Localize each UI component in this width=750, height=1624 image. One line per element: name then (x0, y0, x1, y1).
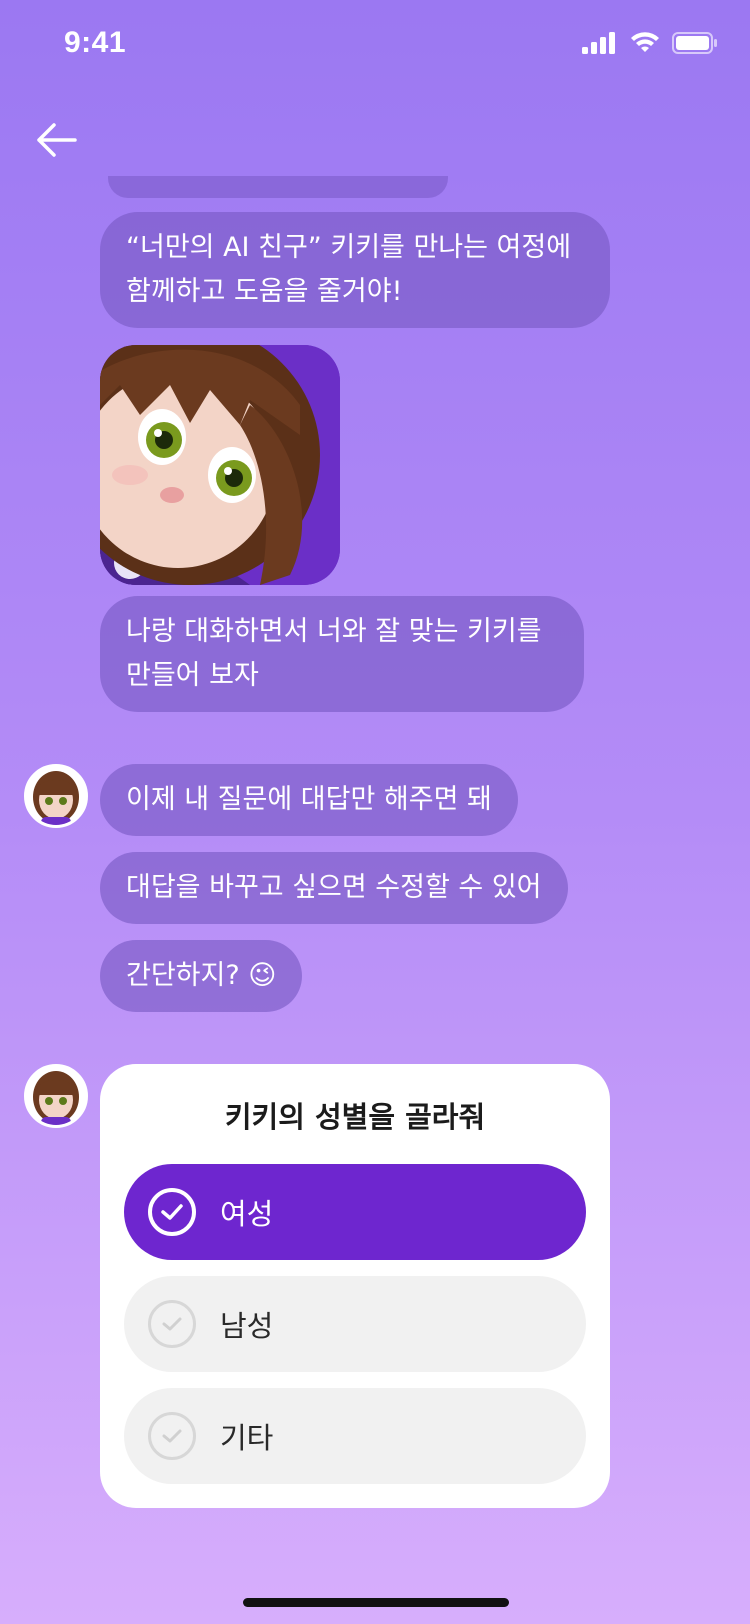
option-label: 여성 (220, 1197, 274, 1231)
question-title: 키키의 성별을 골라줘 (224, 1100, 486, 1134)
check-circle-icon (148, 1188, 196, 1236)
message-bubble-answer-only: 이제 내 질문에 대답만 해주면 돼 (100, 764, 518, 836)
option-label: 남성 (220, 1309, 274, 1343)
kiki-avatar-icon (27, 767, 85, 825)
kiki-avatar (24, 1064, 88, 1128)
kiki-avatar-icon (27, 1067, 85, 1125)
gender-question-card: 키키의 성별을 골라줘 여성 남성 기타 (100, 1064, 610, 1508)
message-text: “너만의 AI 친구” 키키를 만나는 여정에 함께하고 도움을 줄거야! (126, 232, 572, 307)
message-bubble-edit: 대답을 바꾸고 싶으면 수정할 수 있어 (100, 852, 568, 924)
option-female[interactable]: 여성 (124, 1164, 586, 1260)
battery-icon (672, 32, 717, 54)
kiki-character-image (100, 345, 340, 585)
character-illustration (100, 345, 340, 585)
check-icon (162, 1317, 182, 1331)
check-icon (161, 1204, 183, 1220)
status-bar: 9:41 (0, 0, 750, 90)
kiki-avatar (24, 764, 88, 828)
check-circle-icon (148, 1300, 196, 1348)
signal-icon (582, 32, 615, 54)
check-icon (162, 1429, 182, 1443)
option-other[interactable]: 기타 (124, 1388, 586, 1484)
message-text: 나랑 대화하면서 너와 잘 맞는 키키를 만들어 보자 (126, 616, 542, 691)
status-icons (582, 32, 718, 54)
message-bubble-easy: 간단하지? 😉 (100, 940, 303, 1012)
option-label: 기타 (220, 1421, 274, 1455)
option-male[interactable]: 남성 (124, 1276, 586, 1372)
arrow-left-icon (37, 123, 77, 157)
message-bubble-talk: 나랑 대화하면서 너와 잘 맞는 키키를 만들어 보자 (100, 596, 584, 712)
check-circle-icon (148, 1412, 196, 1460)
back-button[interactable] (24, 108, 88, 172)
previous-message-bubble (108, 176, 448, 198)
message-text: 대답을 바꾸고 싶으면 수정할 수 있어 (126, 872, 542, 903)
wifi-icon (631, 32, 659, 52)
status-time: 9:41 (64, 26, 127, 59)
message-text: 이제 내 질문에 대답만 해주면 돼 (126, 784, 492, 815)
message-text: 간단하지? 😉 (126, 960, 277, 991)
message-bubble-intro: “너만의 AI 친구” 키키를 만나는 여정에 함께하고 도움을 줄거야! (100, 212, 610, 328)
home-indicator[interactable] (243, 1598, 509, 1607)
